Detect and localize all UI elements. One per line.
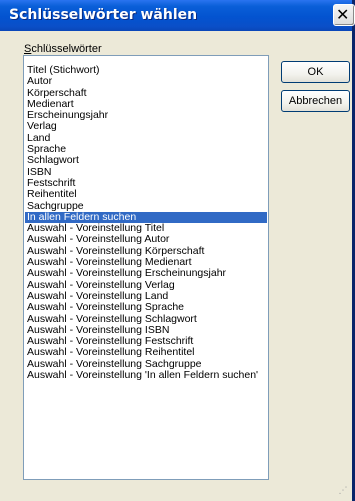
list-item[interactable]: Reihentitel — [25, 189, 267, 200]
list-item[interactable]: Auswahl - Voreinstellung 'In allen Felde… — [25, 370, 267, 381]
close-button[interactable]: ✕ — [333, 4, 355, 26]
list-item[interactable]: Auswahl - Voreinstellung Sprache — [25, 302, 267, 313]
list-item[interactable]: Auswahl - Voreinstellung ISBN — [25, 325, 267, 336]
list-item[interactable]: Verlag — [25, 121, 267, 132]
keywords-list: Titel (Stichwort) Autor Körperschaft Medien… — [25, 65, 267, 381]
list-item[interactable]: Festschrift — [25, 178, 267, 189]
list-item[interactable]: Auswahl - Voreinstellung Land — [25, 291, 267, 302]
list-item[interactable]: Auswahl - Voreinstellung Autor — [25, 234, 267, 245]
list-item[interactable]: Auswahl - Voreinstellung Verlag — [25, 280, 267, 291]
list-item[interactable]: Sprache — [25, 144, 267, 155]
label-rest: chlüsselwörter — [31, 43, 102, 55]
list-item[interactable]: Auswahl - Voreinstellung Titel — [25, 223, 267, 234]
list-item[interactable]: Auswahl - Voreinstellung Reihentitel — [25, 347, 267, 358]
list-item[interactable]: Schlagwort — [25, 155, 267, 166]
resize-grip-icon[interactable]: ⋰ — [336, 484, 350, 498]
list-item[interactable]: ISBN — [25, 167, 267, 178]
keywords-list-label: Schlüsselwörter — [24, 43, 102, 55]
list-item[interactable]: Titel (Stichwort) — [25, 65, 267, 76]
list-item[interactable]: Autor — [25, 76, 267, 87]
list-item[interactable]: Sachgruppe — [25, 201, 267, 212]
close-icon: ✕ — [336, 5, 350, 24]
list-item[interactable]: Auswahl - Voreinstellung Erscheinungsjah… — [25, 268, 267, 279]
dialog-title: Schlüsselwörter wählen — [9, 7, 198, 23]
list-item[interactable]: Körperschaft — [25, 88, 267, 99]
list-item[interactable]: Auswahl - Voreinstellung Medienart — [25, 257, 267, 268]
title-bar[interactable]: Schlüsselwörter wählen ✕ — [0, 0, 355, 31]
keyword-dialog: Schlüsselwörter wählen ✕ Schlüsselwörter… — [0, 0, 355, 501]
list-item[interactable]: Erscheinungsjahr — [25, 110, 267, 121]
keywords-listbox[interactable]: Titel (Stichwort) Autor Körperschaft Medien… — [23, 55, 269, 480]
cancel-button[interactable]: Abbrechen — [281, 90, 350, 112]
ok-button[interactable]: OK — [281, 61, 350, 83]
list-item[interactable]: Auswahl - Voreinstellung Festschrift — [25, 336, 267, 347]
list-item[interactable]: Auswahl - Voreinstellung Körperschaft — [25, 246, 267, 257]
list-item[interactable]: Land — [25, 133, 267, 144]
list-item[interactable]: Medienart — [25, 99, 267, 110]
list-item[interactable]: Auswahl - Voreinstellung Sachgruppe — [25, 359, 267, 370]
list-item[interactable]: In allen Feldern suchen — [25, 211, 267, 224]
list-item[interactable]: Auswahl - Voreinstellung Schlagwort — [25, 314, 267, 325]
